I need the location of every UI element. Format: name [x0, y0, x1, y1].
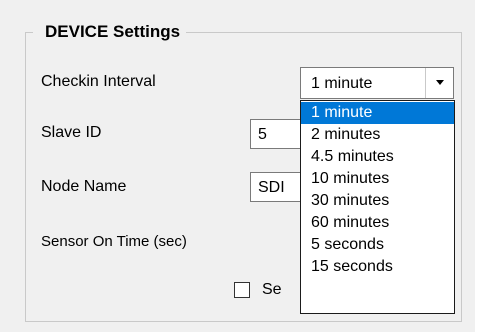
- dropdown-option-1-minute[interactable]: 1 minute: [301, 102, 454, 124]
- checkin-interval-dropdown-list: 1 minute 2 minutes 4.5 minutes 10 minute…: [300, 100, 455, 314]
- node-name-value: SDI: [258, 179, 285, 196]
- dropdown-button[interactable]: [425, 68, 453, 98]
- checkbox-label[interactable]: Se: [262, 280, 282, 300]
- dropdown-option-5-seconds[interactable]: 5 seconds: [301, 234, 454, 256]
- chevron-down-icon: [435, 80, 444, 85]
- dropdown-option-15-seconds[interactable]: 15 seconds: [301, 256, 454, 278]
- dropdown-option-4-5-minutes[interactable]: 4.5 minutes: [301, 146, 454, 168]
- group-title: DEVICE Settings: [33, 21, 187, 43]
- slave-id-value: 5: [258, 126, 267, 143]
- dropdown-option-10-minutes[interactable]: 10 minutes: [301, 168, 454, 190]
- sensor-on-time-label: Sensor On Time (sec): [41, 233, 187, 250]
- checkbox[interactable]: [234, 282, 250, 298]
- dropdown-option-2-minutes[interactable]: 2 minutes: [301, 124, 454, 146]
- dropdown-option-30-minutes[interactable]: 30 minutes: [301, 190, 454, 212]
- checkin-interval-value: 1 minute: [311, 75, 373, 92]
- checkin-interval-select[interactable]: 1 minute: [300, 67, 454, 99]
- checkin-interval-label: Checkin Interval: [41, 73, 156, 90]
- dropdown-option-60-minutes[interactable]: 60 minutes: [301, 212, 454, 234]
- node-name-label: Node Name: [41, 178, 127, 195]
- slave-id-label: Slave ID: [41, 124, 102, 141]
